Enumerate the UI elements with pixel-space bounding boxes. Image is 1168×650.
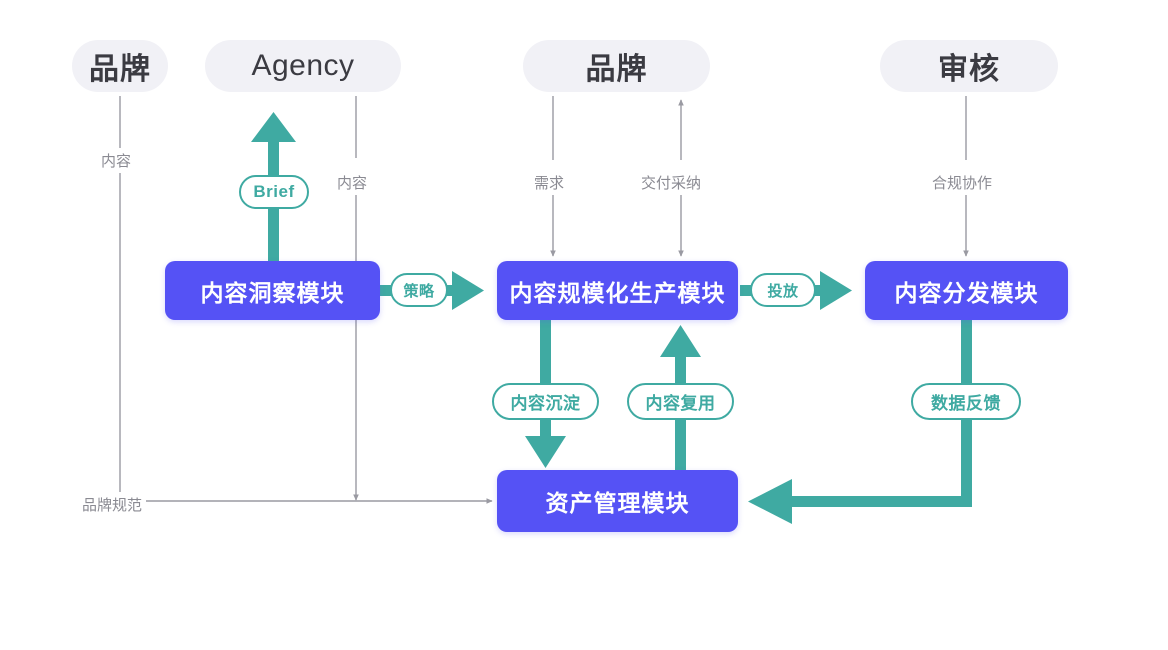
flow-delivery-label: 投放 xyxy=(767,282,799,300)
flow-data-feedback-label: 数据反馈 xyxy=(931,394,1001,413)
module-scaled-production[interactable]: 内容规模化生产模块 xyxy=(497,261,738,320)
module-content-distribution-label: 内容分发模块 xyxy=(894,279,1039,306)
flow-strategy[interactable]: 策略 xyxy=(390,273,448,307)
module-asset-management-label: 资产管理模块 xyxy=(545,490,690,516)
module-content-insight-label: 内容洞察模块 xyxy=(200,279,345,306)
annotation-delivery-adoption: 交付采纳 xyxy=(637,170,706,195)
actor-agency-label: Agency xyxy=(251,49,355,82)
module-content-insight[interactable]: 内容洞察模块 xyxy=(165,261,380,320)
actor-brand-middle-label: 品牌 xyxy=(585,53,648,86)
diagram-canvas: 品牌 Agency 品牌 审核 内容洞察模块 内容规模化生产模块 内容分发模块 … xyxy=(0,0,1168,650)
flow-strategy-label: 策略 xyxy=(403,282,435,300)
actor-brand-left-label: 品牌 xyxy=(89,53,151,86)
module-scaled-production-label: 内容规模化生产模块 xyxy=(509,279,726,306)
flow-brief-label: Brief xyxy=(253,182,295,201)
teal-arrow-data-feedback xyxy=(748,320,972,524)
module-content-distribution[interactable]: 内容分发模块 xyxy=(865,261,1068,320)
teal-flow-layer xyxy=(251,112,972,524)
annotation-content-left: 内容 xyxy=(97,148,136,173)
actor-brand-middle[interactable]: 品牌 xyxy=(523,40,710,92)
flow-delivery[interactable]: 投放 xyxy=(750,273,816,307)
annotation-compliance-collab: 合规协作 xyxy=(928,170,997,195)
module-asset-management[interactable]: 资产管理模块 xyxy=(497,470,738,532)
flow-data-feedback[interactable]: 数据反馈 xyxy=(911,383,1021,420)
flow-content-deposit-label: 内容沉淀 xyxy=(510,394,581,413)
flow-content-reuse[interactable]: 内容复用 xyxy=(627,383,734,420)
flow-brief[interactable]: Brief xyxy=(239,175,309,209)
annotation-content-agency: 内容 xyxy=(333,170,372,195)
flow-content-deposit[interactable]: 内容沉淀 xyxy=(492,383,599,420)
annotation-demand: 需求 xyxy=(530,170,569,195)
flow-content-reuse-label: 内容复用 xyxy=(645,394,716,413)
actor-agency[interactable]: Agency xyxy=(205,40,401,92)
actor-brand-left[interactable]: 品牌 xyxy=(72,40,168,92)
annotation-brand-guideline: 品牌规范 xyxy=(78,492,147,517)
actor-review-label: 审核 xyxy=(938,53,1000,86)
actor-review[interactable]: 审核 xyxy=(880,40,1058,92)
